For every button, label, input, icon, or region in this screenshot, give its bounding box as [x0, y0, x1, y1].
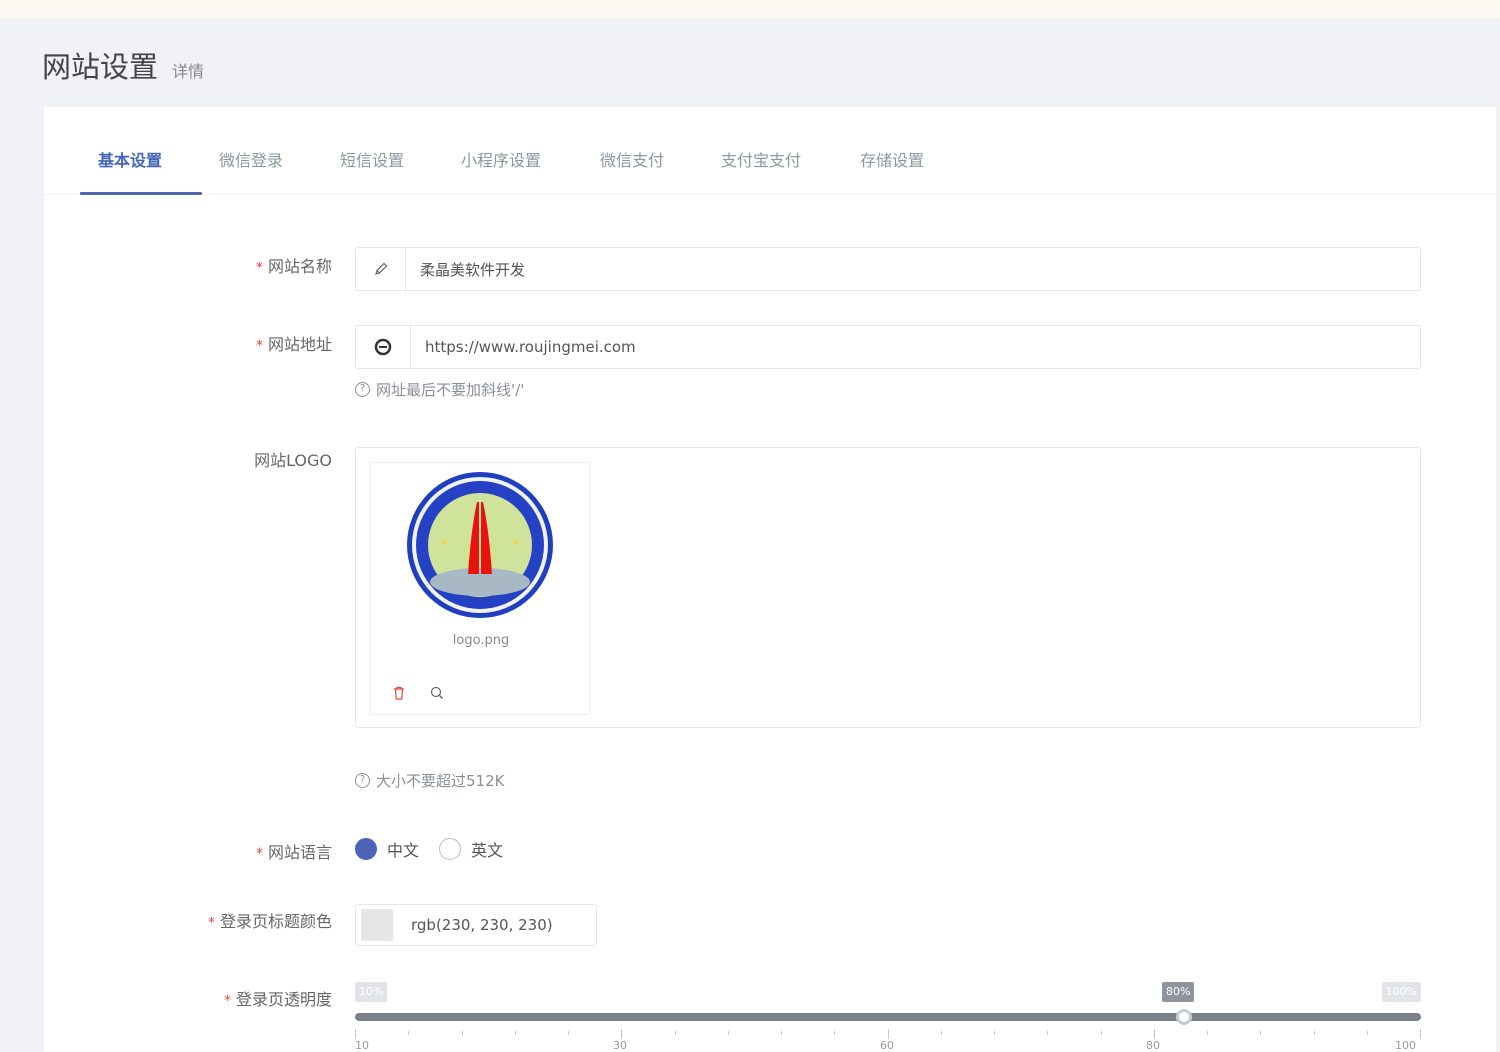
slider-tick — [515, 1031, 516, 1035]
tab-alipay[interactable]: 支付宝支付 — [721, 147, 801, 171]
color-value: rgb(230, 230, 230) — [411, 916, 553, 934]
page-subtitle: 详情 — [172, 62, 205, 81]
site-url-label: * 网站地址 — [255, 335, 332, 354]
required-mark: * — [255, 260, 263, 276]
tab-basic-settings[interactable]: 基本设置 — [98, 147, 162, 171]
slider-tick — [781, 1031, 782, 1035]
site-name-label: * 网站名称 — [255, 257, 332, 276]
pencil-icon — [356, 248, 406, 290]
slider-tick-label: 80 — [1146, 1039, 1160, 1052]
site-url-hint: ? 网址最后不要加斜线'/' — [355, 379, 524, 400]
slider-max-label: 100% — [1381, 982, 1421, 1002]
slider-tick-label: 60 — [880, 1039, 894, 1052]
slider-tick — [568, 1031, 569, 1035]
language-radio-group: 中文 英文 — [355, 837, 513, 861]
tab-miniprogram-settings[interactable]: 小程序设置 — [461, 147, 541, 171]
slider-tick — [1154, 1029, 1155, 1039]
site-language-label: * 网站语言 — [255, 843, 332, 862]
slider-handle[interactable] — [1176, 1009, 1192, 1025]
slider-tick — [1367, 1031, 1368, 1035]
slider-tick — [1101, 1031, 1102, 1035]
slider-tick-label: 100 — [1395, 1039, 1416, 1052]
active-tab-indicator — [80, 192, 202, 195]
logo-file-card: logo.png — [370, 462, 590, 715]
opacity-slider: 10% 80% 100% 10 30 60 80 100 — [355, 977, 1421, 1052]
slider-tick — [728, 1031, 729, 1035]
logo-upload-area[interactable]: logo.png — [355, 447, 1421, 728]
required-mark: * — [255, 846, 263, 862]
slider-tick — [1207, 1031, 1208, 1035]
slider-tick — [941, 1031, 942, 1035]
slider-tick — [621, 1029, 622, 1039]
site-url-field — [355, 325, 1421, 369]
slider-tick — [1420, 1029, 1421, 1039]
radio-english[interactable] — [439, 838, 462, 860]
radio-chinese-label: 中文 — [387, 841, 420, 860]
page-title: 网站设置 — [42, 50, 159, 84]
slider-tick — [675, 1031, 676, 1035]
tab-storage-settings[interactable]: 存储设置 — [860, 147, 924, 171]
radio-english-label: 英文 — [471, 841, 504, 860]
site-logo-label: 网站LOGO — [254, 451, 332, 470]
slider-min-label: 10% — [355, 982, 388, 1002]
required-mark: * — [223, 993, 231, 1009]
page-header: 网站设置 详情 — [42, 44, 204, 88]
site-name-field — [355, 247, 1421, 291]
zoom-icon[interactable] — [429, 685, 447, 703]
site-name-input[interactable] — [406, 248, 1420, 290]
slider-tick — [462, 1031, 463, 1035]
required-mark: * — [207, 915, 215, 931]
tab-bar: 基本设置 微信登录 短信设置 小程序设置 微信支付 支付宝支付 存储设置 — [44, 107, 1496, 195]
site-url-input[interactable] — [411, 326, 1420, 368]
question-icon: ? — [355, 382, 370, 397]
slider-tick — [408, 1031, 409, 1035]
slider-tick-label: 30 — [613, 1039, 627, 1052]
slider-tick — [834, 1031, 835, 1035]
slider-track[interactable] — [355, 1013, 1421, 1021]
required-mark: * — [255, 338, 263, 354]
logo-file-name: logo.png — [452, 633, 510, 648]
slider-tick — [1260, 1031, 1261, 1035]
tab-wechat-pay[interactable]: 微信支付 — [600, 147, 664, 171]
logo-image — [405, 470, 555, 620]
slider-tick-label: 10 — [355, 1039, 369, 1052]
slider-tick — [994, 1031, 995, 1035]
radio-chinese[interactable] — [355, 838, 377, 860]
settings-card: 基本设置 微信登录 短信设置 小程序设置 微信支付 支付宝支付 存储设置 * 网站… — [44, 107, 1496, 1052]
color-swatch[interactable] — [361, 909, 393, 941]
tab-sms-settings[interactable]: 短信设置 — [340, 147, 404, 171]
logo-size-hint: ? 大小不要超过512K — [355, 770, 504, 791]
slider-tick — [1314, 1031, 1315, 1035]
slider-tick — [888, 1029, 889, 1039]
login-opacity-label: * 登录页透明度 — [223, 990, 332, 1009]
delete-icon[interactable] — [391, 685, 409, 703]
slider-tick — [355, 1029, 356, 1039]
question-icon: ? — [355, 773, 370, 788]
tab-wechat-login[interactable]: 微信登录 — [219, 147, 283, 171]
browser-icon — [356, 326, 411, 368]
slider-tick — [1047, 1031, 1048, 1035]
login-title-color-label: * 登录页标题颜色 — [207, 912, 332, 931]
color-picker[interactable]: rgb(230, 230, 230) — [355, 904, 597, 946]
slider-current-label: 80% — [1162, 982, 1195, 1002]
